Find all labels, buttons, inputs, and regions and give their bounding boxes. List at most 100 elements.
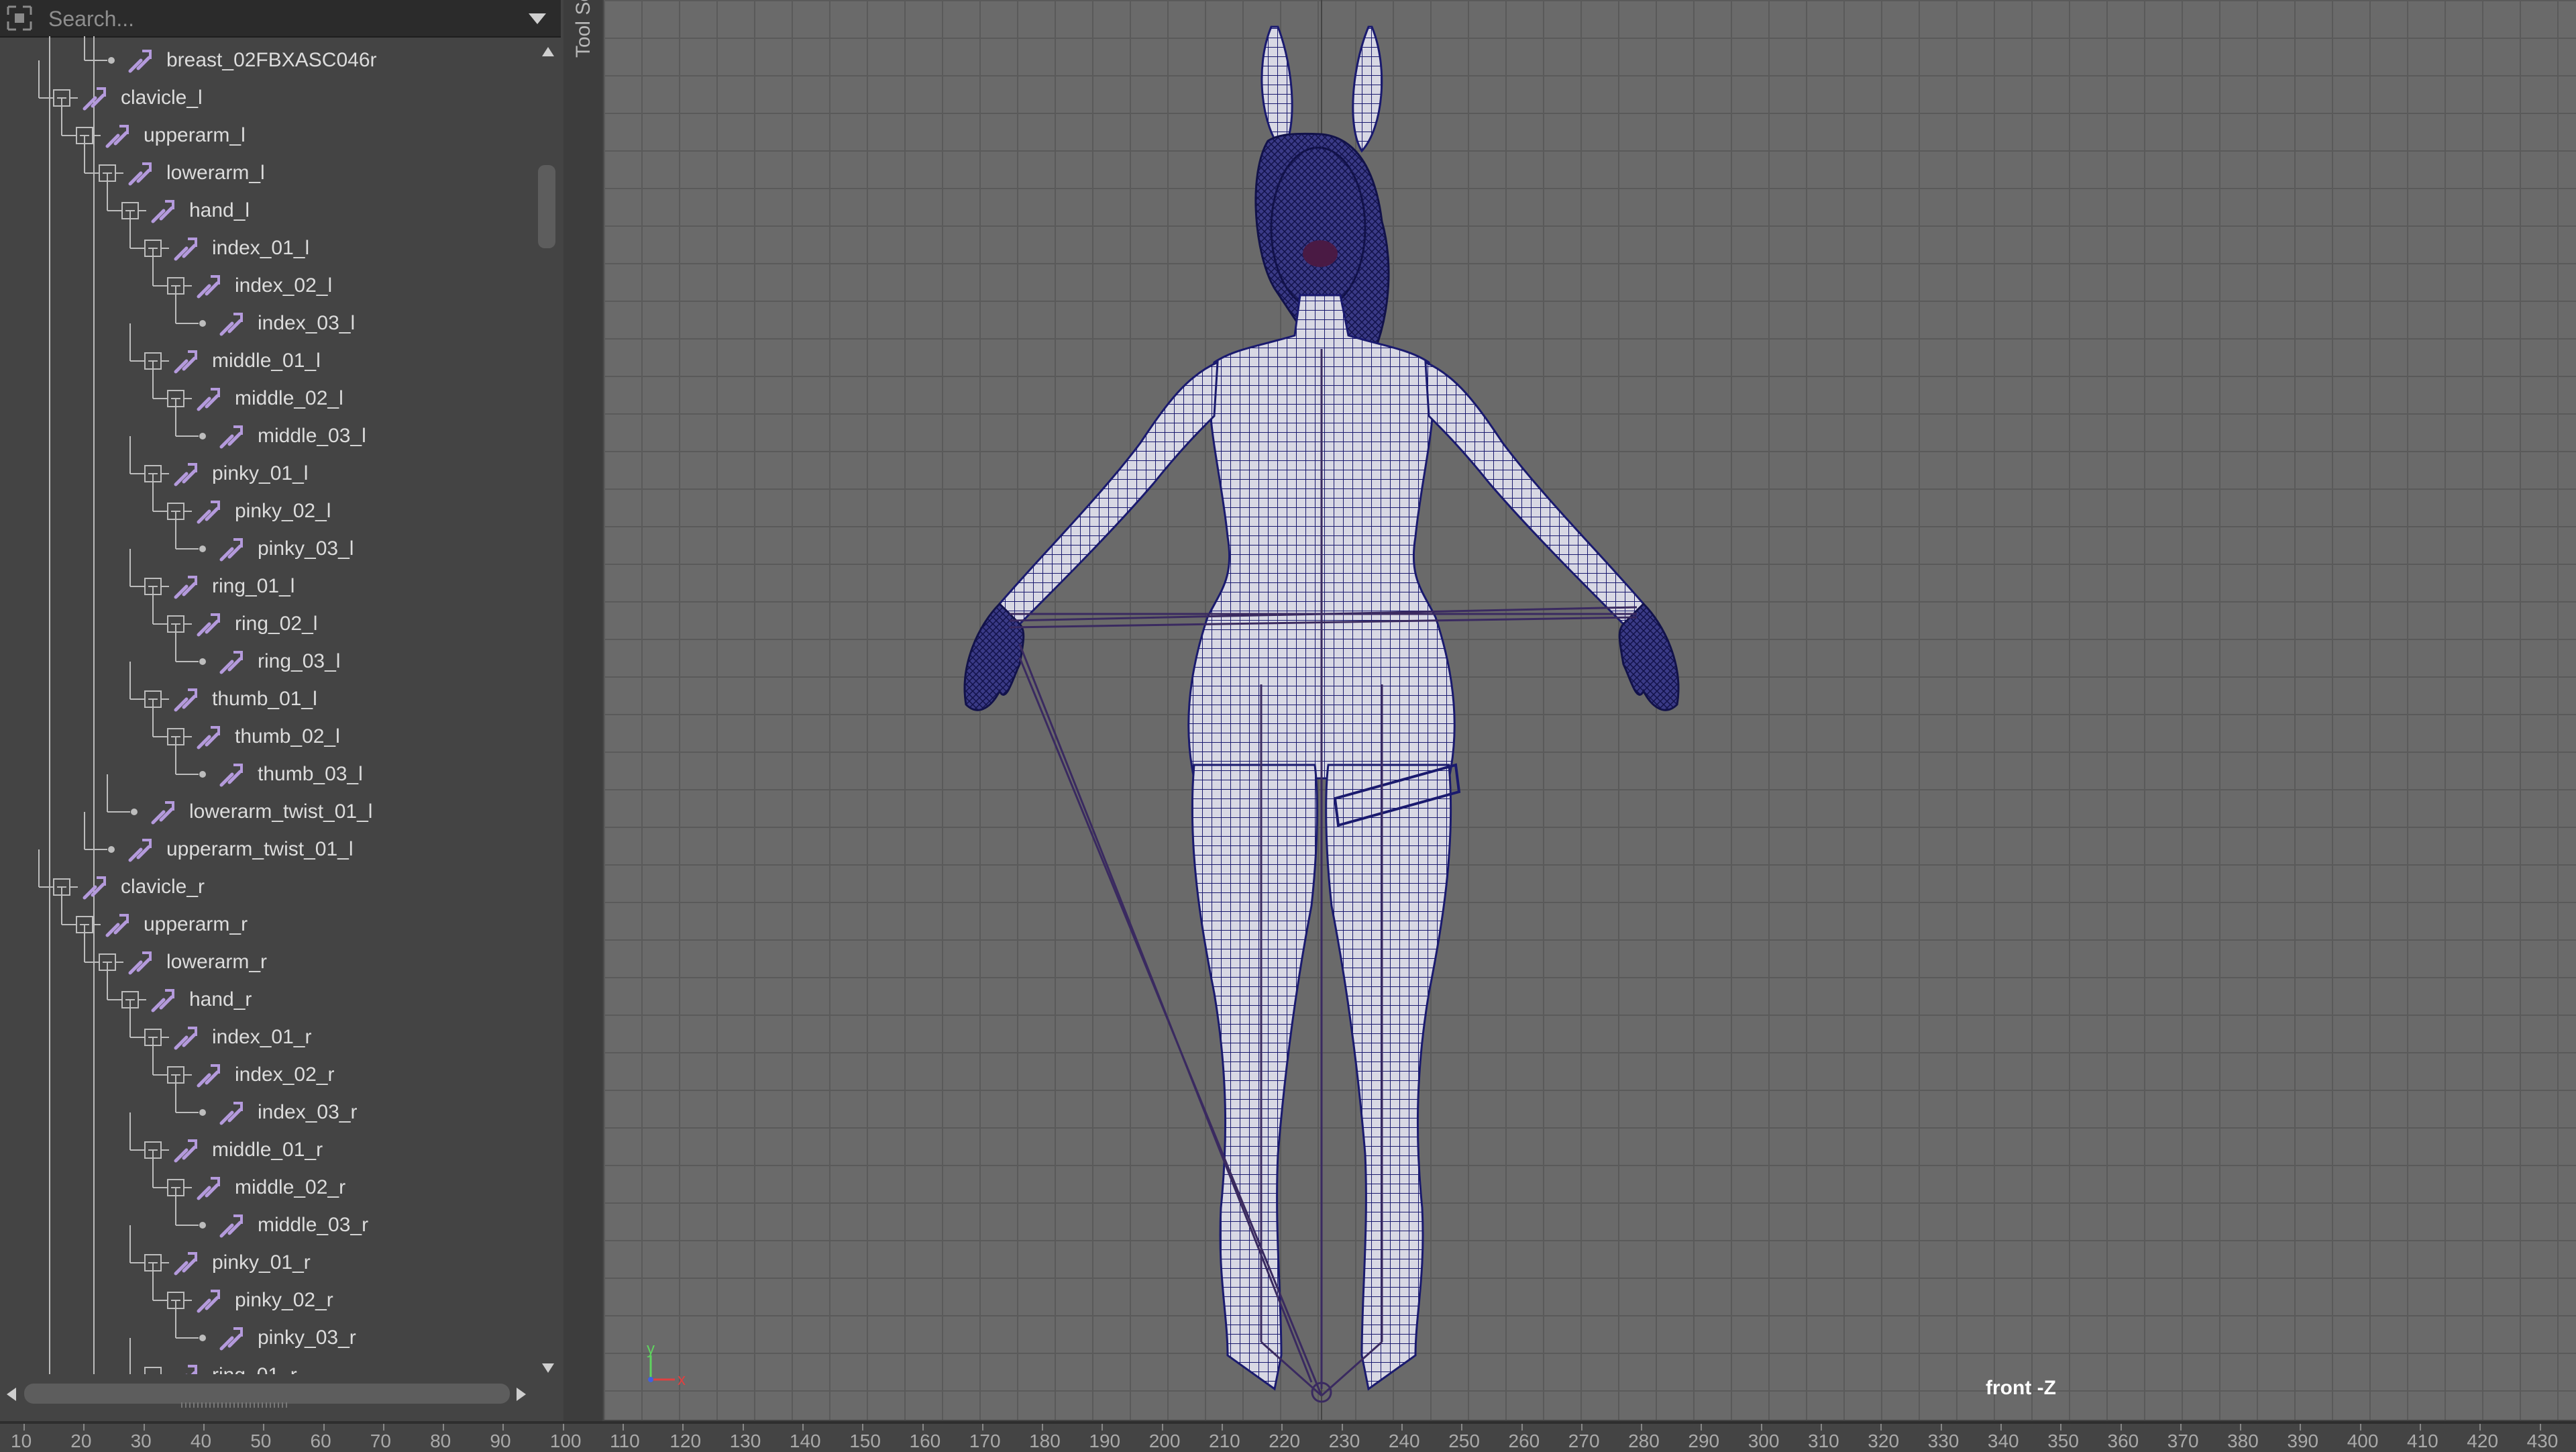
outliner-item[interactable]: upperarm_l <box>101 117 246 154</box>
chevron-down-icon[interactable] <box>527 9 547 27</box>
joint-icon <box>219 1214 243 1238</box>
outliner-item[interactable]: lowerarm_twist_01_l <box>146 793 372 831</box>
outliner-item[interactable]: index_03_r <box>215 1094 357 1131</box>
outliner-item[interactable]: pinky_01_r <box>169 1244 311 1282</box>
outliner-item[interactable]: index_01_l <box>169 229 309 267</box>
collapse-toggle[interactable] <box>167 615 192 633</box>
timeline-tick-mark <box>2539 1424 2541 1431</box>
collapse-toggle[interactable] <box>121 991 146 1008</box>
vertical-scrollbar[interactable] <box>537 36 559 1374</box>
timeline-tick-mark <box>562 1424 564 1431</box>
tool-settings-tab[interactable] <box>564 0 602 1421</box>
timeline-tick-mark <box>1341 1424 1343 1431</box>
vertical-scroll-thumb[interactable] <box>538 165 555 248</box>
outliner-item[interactable]: ring_01_l <box>169 568 294 605</box>
collapse-toggle[interactable] <box>121 202 146 219</box>
collapse-toggle[interactable] <box>99 953 123 971</box>
outliner-item[interactable]: pinky_03_r <box>215 1319 356 1357</box>
scroll-up-icon[interactable] <box>541 46 555 58</box>
timeline-tick-mark <box>802 1424 804 1431</box>
collapse-toggle[interactable] <box>144 578 169 595</box>
outliner-item[interactable]: lowerarm_l <box>123 154 265 192</box>
outliner-item[interactable]: index_02_l <box>192 267 332 305</box>
outliner-item[interactable]: pinky_03_l <box>215 530 354 568</box>
outliner-item[interactable]: clavicle_l <box>78 79 203 117</box>
scroll-left-icon[interactable] <box>5 1386 17 1402</box>
outliner-item[interactable]: middle_03_r <box>215 1206 368 1244</box>
horizontal-scrollbar[interactable] <box>0 1377 561 1410</box>
outliner-item[interactable]: pinky_01_l <box>169 455 308 492</box>
timeline-tick-label: 320 <box>1868 1431 1900 1451</box>
outliner-item-label: lowerarm_twist_01_l <box>189 800 373 823</box>
collapse-toggle[interactable] <box>99 164 123 182</box>
outliner-item[interactable]: middle_02_l <box>192 380 343 417</box>
collapse-toggle[interactable] <box>53 878 78 896</box>
outliner-item[interactable]: pinky_02_l <box>192 492 331 530</box>
outliner-item-label: index_02_l <box>235 274 333 297</box>
outliner-item[interactable]: clavicle_r <box>78 868 205 906</box>
outliner-item[interactable]: ring_02_l <box>192 605 317 643</box>
outliner-item[interactable]: thumb_01_l <box>169 680 317 718</box>
resize-grip[interactable] <box>181 1402 288 1408</box>
collapse-toggle[interactable] <box>144 465 169 482</box>
outliner-item-label: pinky_02_r <box>235 1289 333 1311</box>
timeline[interactable]: 10 20 30 40 50 60 70 80 90 100 110 120 130 140 150 160 1… <box>0 1421 2576 1452</box>
collapse-toggle[interactable] <box>53 89 78 107</box>
joint-icon <box>174 238 197 261</box>
scroll-down-icon[interactable] <box>541 1362 555 1374</box>
outliner-item[interactable]: hand_r <box>146 981 252 1019</box>
collapse-toggle[interactable] <box>167 390 192 407</box>
outliner-item-label: index_02_r <box>235 1064 335 1086</box>
outliner-item[interactable]: index_03_l <box>215 305 355 342</box>
left-leg <box>1191 764 1318 1391</box>
timeline-tick-label: 180 <box>1029 1431 1061 1451</box>
joint-icon <box>174 688 197 712</box>
timeline-tick-mark <box>1521 1424 1523 1431</box>
collapse-toggle[interactable] <box>144 690 169 708</box>
collapse-toggle[interactable] <box>144 352 169 370</box>
outliner-item[interactable]: middle_01_l <box>169 342 321 380</box>
outliner-item[interactable]: middle_01_r <box>169 1131 323 1169</box>
collapse-toggle[interactable] <box>167 1292 192 1309</box>
collapse-toggle[interactable] <box>76 916 101 933</box>
timeline-tick-label: 170 <box>969 1431 1001 1451</box>
collapse-toggle[interactable] <box>144 1141 169 1159</box>
collapse-toggle[interactable] <box>167 1179 192 1196</box>
outliner-item[interactable]: index_01_r <box>169 1019 311 1056</box>
collapse-toggle[interactable] <box>167 277 192 295</box>
outliner-item[interactable]: hand_l <box>146 192 250 229</box>
collapse-toggle[interactable] <box>167 1066 192 1084</box>
mouth <box>1303 240 1338 267</box>
collapse-toggle[interactable] <box>76 127 101 144</box>
collapse-toggle[interactable] <box>144 1254 169 1272</box>
outliner-item[interactable]: pinky_02_r <box>192 1282 333 1319</box>
horizontal-scroll-thumb[interactable] <box>24 1384 510 1404</box>
collapse-toggle[interactable] <box>144 1367 169 1374</box>
joint-icon <box>219 651 243 674</box>
collapse-toggle[interactable] <box>144 240 169 257</box>
timeline-tick-mark <box>263 1424 265 1431</box>
outliner-item-label: upperarm_l <box>144 124 246 146</box>
timeline-tick-mark <box>981 1424 983 1431</box>
collapse-toggle[interactable] <box>144 1029 169 1046</box>
outliner-item[interactable]: breast_02FBXASC046r <box>123 42 377 79</box>
outliner-item[interactable]: thumb_03_l <box>215 756 363 793</box>
outliner-item[interactable]: upperarm_twist_01_l <box>123 831 353 868</box>
collapse-toggle[interactable] <box>167 728 192 745</box>
filter-icon[interactable] <box>4 3 35 34</box>
joint-icon <box>128 839 152 862</box>
search-input[interactable] <box>47 3 513 35</box>
outliner-item-label: breast_02FBXASC046r <box>166 49 377 71</box>
outliner-item[interactable]: middle_02_r <box>192 1169 345 1206</box>
outliner-item[interactable]: index_02_r <box>192 1056 334 1094</box>
outliner-item[interactable]: ring_03_l <box>215 643 340 680</box>
timeline-tick-mark <box>1940 1424 1942 1431</box>
collapse-toggle[interactable] <box>167 503 192 520</box>
scroll-right-icon[interactable] <box>515 1386 527 1402</box>
outliner-item[interactable]: thumb_02_l <box>192 718 340 756</box>
outliner-item[interactable]: lowerarm_r <box>123 943 267 981</box>
outliner-item[interactable]: ring_01_r <box>169 1357 297 1374</box>
outliner-item[interactable]: middle_03_l <box>215 417 366 455</box>
outliner-item[interactable]: upperarm_r <box>101 906 248 943</box>
viewport[interactable] <box>604 0 2576 1420</box>
